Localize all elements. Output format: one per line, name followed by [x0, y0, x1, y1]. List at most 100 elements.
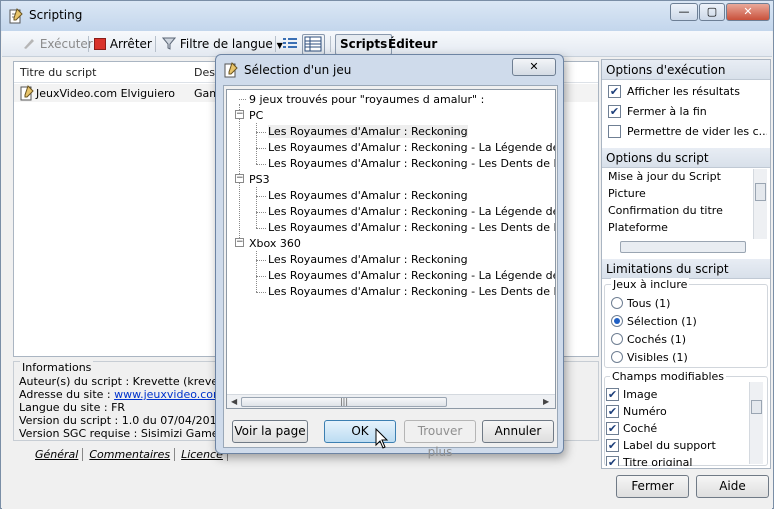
collapse-icon[interactable]: − [235, 238, 244, 247]
close-button[interactable]: Fermer [616, 475, 689, 498]
view-list-button[interactable] [282, 36, 298, 54]
scroll-right-icon[interactable]: ▶ [543, 397, 549, 406]
script-option-item[interactable]: Confirmation du titre [608, 204, 723, 217]
tree-connector [239, 99, 246, 100]
game-selection-dialog: Sélection d'un jeu ✕ 9 jeux trouvés pour… [215, 54, 564, 459]
tree-platform[interactable]: PS3 [249, 173, 270, 186]
radio-all[interactable] [611, 297, 623, 309]
script-icon [20, 85, 34, 101]
help-button[interactable]: Aide [696, 475, 769, 498]
view-grid-icon [304, 36, 322, 52]
tree-game-item[interactable]: Les Royaumes d'Amalur : Reckoning [268, 253, 468, 266]
tree-platform[interactable]: Xbox 360 [249, 237, 301, 250]
cancel-button[interactable]: Annuler [482, 420, 554, 443]
find-more-button[interactable]: Trouver plus [404, 420, 476, 459]
tree-connector [256, 228, 266, 229]
info-author: Auteur(s) du script : Krevette (krevette… [19, 375, 245, 388]
script-option-item[interactable]: Plateforme [608, 221, 668, 234]
execute-button[interactable]: Exécuter [22, 36, 93, 54]
script-option-item[interactable]: Mise à jour du Script [608, 170, 721, 183]
field-label: Label du support [623, 439, 716, 452]
info-site-label: Adresse du site : [19, 388, 115, 401]
collapse-icon[interactable]: − [235, 174, 244, 183]
checkbox-results[interactable]: ✔ [608, 85, 621, 98]
tree-connector [256, 164, 266, 165]
tree-game-item[interactable]: Les Royaumes d'Amalur : Reckoning - Les … [268, 285, 555, 298]
view-page-button[interactable]: Voir la page [232, 420, 308, 443]
radio-selection[interactable] [611, 315, 623, 327]
dialog-close-button[interactable]: ✕ [512, 58, 556, 76]
script-options-hscroll[interactable] [620, 241, 746, 253]
script-option-item[interactable]: Picture [608, 187, 646, 200]
tree-platform[interactable]: PC [249, 109, 263, 122]
exec-option-label: Afficher les résultats [627, 85, 740, 98]
limits-title: Limitations du script [602, 259, 770, 279]
collapse-icon[interactable]: − [235, 110, 244, 119]
tab-scripts[interactable]: Scripts [335, 34, 393, 55]
maximize-button[interactable]: ▢ [699, 3, 725, 21]
checkbox-close-at-end[interactable]: ✔ [608, 105, 621, 118]
close-window-button[interactable]: ✕ [726, 3, 770, 21]
tab-editor[interactable]: Éditeur [388, 37, 437, 51]
tree-game-item[interactable]: Les Royaumes d'Amalur : Reckoning [268, 189, 468, 202]
dialog-title: Sélection d'un jeu [244, 63, 352, 77]
checkbox-support-label[interactable]: ✔ [606, 439, 619, 452]
minimize-button[interactable]: — [670, 3, 698, 21]
tree-connector [256, 123, 257, 164]
window-title: Scripting [29, 8, 83, 22]
site-link[interactable]: www.jeuxvideo.com [114, 388, 224, 401]
field-label: Titre original [623, 456, 693, 466]
tree-game-item[interactable]: Les Royaumes d'Amalur : Reckoning - Les … [268, 157, 555, 170]
tree-game-item[interactable]: Les Royaumes d'Amalur : Reckoning - Les … [268, 221, 555, 234]
tree-game-item[interactable]: Les Royaumes d'Amalur : Reckoning [268, 125, 468, 138]
tree-connector [256, 292, 266, 293]
radio-checked[interactable] [611, 333, 623, 345]
tree-connector [256, 196, 266, 197]
tree-connector [256, 276, 266, 277]
column-header-title[interactable]: Titre du script [20, 66, 96, 79]
tab-comments[interactable]: Commentaires [85, 448, 176, 461]
radio-checked-label: Cochés (1) [627, 333, 687, 346]
games-group-label: Jeux à inclure [611, 278, 690, 291]
radio-visible[interactable] [611, 351, 623, 363]
cursor-icon [375, 428, 389, 449]
tree-game-item[interactable]: Les Royaumes d'Amalur : Reckoning - La L… [268, 269, 555, 282]
exec-options-title: Options d'exécution [602, 60, 770, 80]
checkbox-original-title[interactable]: ✔ [606, 456, 619, 466]
field-label: Image [623, 388, 658, 401]
tree-connector [256, 187, 257, 228]
checkbox-number[interactable]: ✔ [606, 405, 619, 418]
scroll-thumb[interactable] [751, 400, 762, 414]
scroll-thumb[interactable] [755, 183, 766, 201]
stop-button[interactable]: Arrêter [94, 36, 152, 54]
bottom-bar: Fermer Aide [2, 471, 772, 509]
tree-game-item[interactable]: Les Royaumes d'Amalur : Reckoning - La L… [268, 141, 555, 154]
scroll-thumb[interactable]: ||| [241, 397, 447, 407]
scroll-left-icon[interactable]: ◀ [231, 397, 237, 406]
fields-scrollbar[interactable] [749, 382, 763, 464]
tree-hscroll[interactable]: ◀ ||| ▶ [227, 394, 555, 408]
language-filter-button[interactable]: Filtre de langue ▼ [161, 36, 283, 54]
info-tabs: Général Commentaires Licence [31, 448, 230, 464]
tree-connector [256, 260, 266, 261]
field-row-clipped: ✔ Titre original [606, 456, 746, 466]
field-label: Coché [623, 422, 658, 435]
tree-connector [256, 212, 266, 213]
view-grid-button[interactable] [302, 34, 325, 55]
script-options-scrollbar[interactable] [753, 169, 767, 239]
filter-label: Filtre de langue [179, 37, 273, 51]
tree-connector [256, 132, 266, 133]
tab-general[interactable]: Général [31, 448, 84, 461]
radio-visible-label: Visibles (1) [627, 351, 688, 364]
checkbox-checked-field[interactable]: ✔ [606, 422, 619, 435]
checkbox-allow-empty[interactable] [608, 125, 621, 138]
tree-connector [256, 251, 257, 292]
checkbox-image[interactable]: ✔ [606, 388, 619, 401]
tree-game-item[interactable]: Les Royaumes d'Amalur : Reckoning - La L… [268, 205, 555, 218]
info-version: Version du script : 1.0 du 07/04/2012 [19, 414, 224, 427]
info-legend: Informations [20, 361, 94, 374]
execute-icon [24, 39, 34, 49]
dialog-body: 9 jeux trouvés pour "royaumes d amalur" … [223, 85, 558, 459]
field-label: Numéro [623, 405, 667, 418]
info-language: Langue du site : FR [19, 401, 126, 414]
